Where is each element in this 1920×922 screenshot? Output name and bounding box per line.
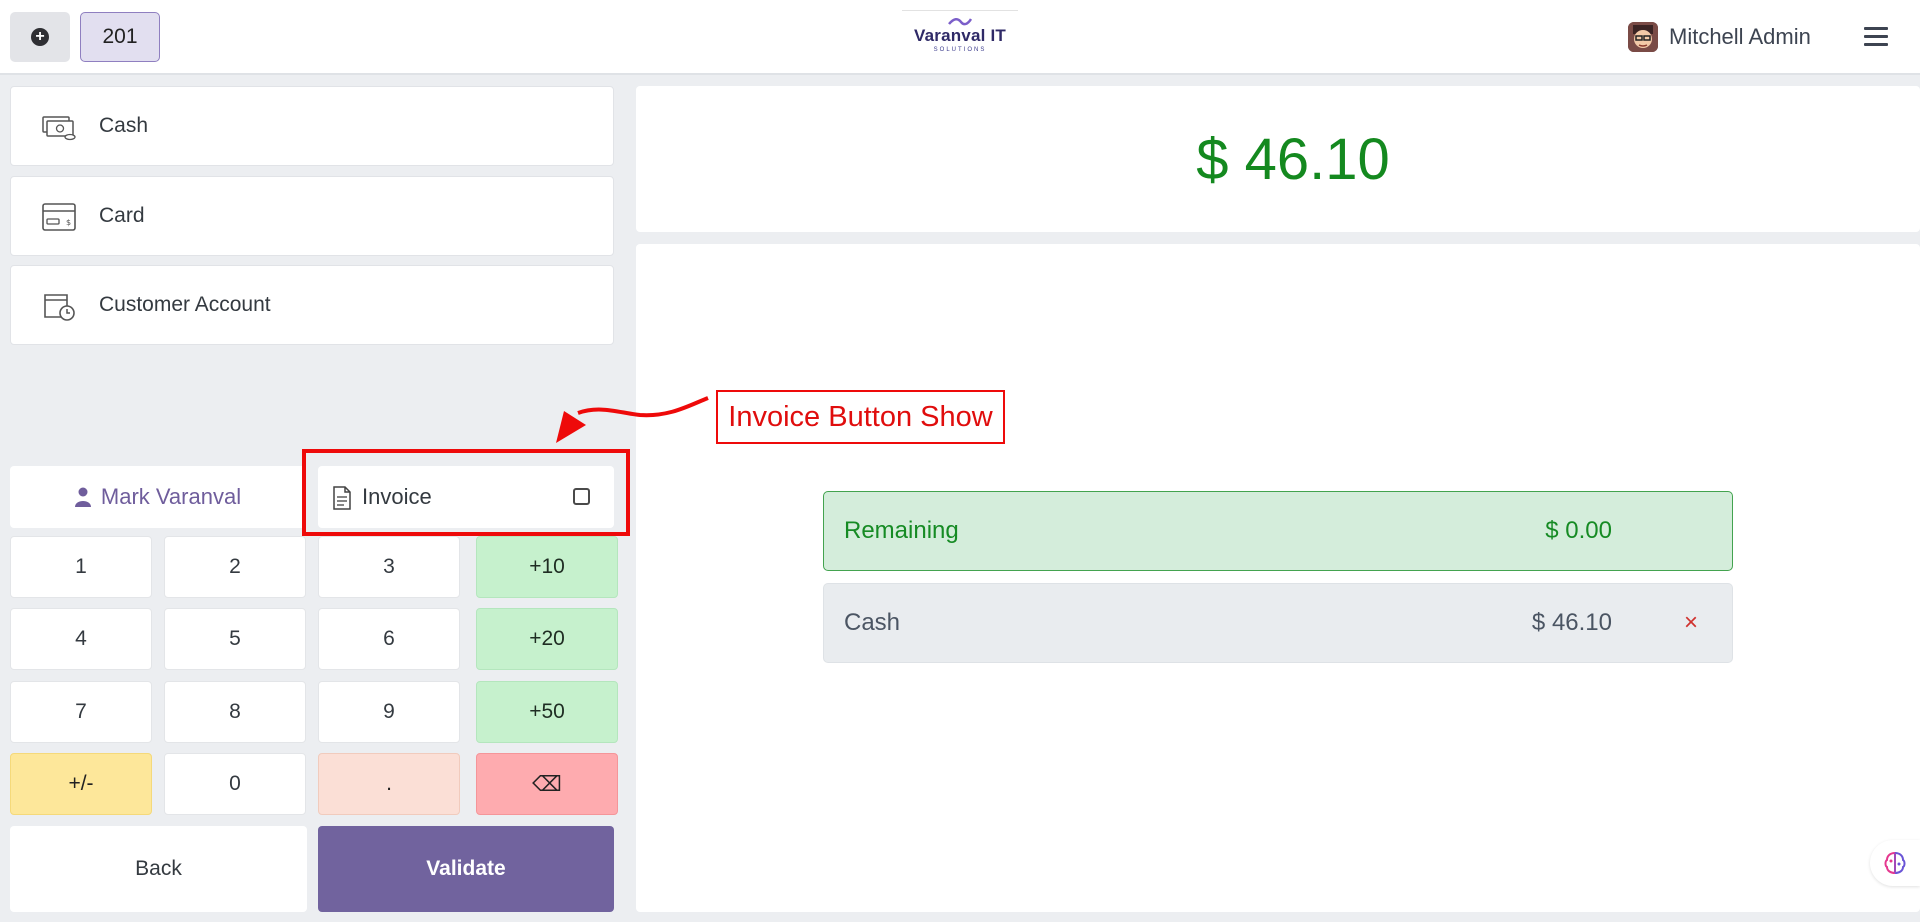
- numpad-key[interactable]: 5: [164, 608, 306, 670]
- payment-method-label: Cash: [99, 114, 149, 137]
- annotation-label: Invoice Button Show: [716, 390, 1005, 444]
- remaining-line: Remaining $ 0.00: [823, 491, 1733, 571]
- user-menu[interactable]: Mitchell Admin: [1628, 22, 1811, 52]
- payment-line-label: Cash: [844, 609, 901, 636]
- logo-name: Varanval IT: [914, 26, 1006, 45]
- numpad-key[interactable]: 6: [318, 608, 460, 670]
- plus-icon: +: [31, 28, 49, 46]
- numpad-key[interactable]: +20: [476, 608, 618, 670]
- menu-icon[interactable]: [1864, 27, 1888, 49]
- new-order-button[interactable]: +: [10, 12, 70, 62]
- customer-name: Mark Varanval: [100, 484, 242, 509]
- payment-lines-panel: [636, 244, 1920, 912]
- numpad-key[interactable]: 7: [10, 681, 152, 743]
- payment-method-label: Customer Account: [99, 293, 271, 316]
- avatar: [1628, 22, 1658, 52]
- svg-text:$: $: [66, 218, 71, 227]
- back-button[interactable]: Back: [10, 826, 307, 912]
- payment-method-label: Card: [99, 204, 145, 227]
- numpad-key[interactable]: 0: [164, 753, 306, 815]
- order-number: 201: [102, 25, 138, 48]
- ai-assistant-button[interactable]: [1870, 840, 1920, 886]
- customer-button[interactable]: Mark Varanval: [10, 466, 306, 528]
- total-amount: $ 46.10: [1196, 126, 1390, 192]
- numpad-key[interactable]: +10: [476, 536, 618, 598]
- annotation-highlight-box: [302, 449, 630, 536]
- annotation-arrow-icon: [556, 396, 709, 443]
- user-name: Mitchell Admin: [1669, 24, 1811, 49]
- person-icon: [74, 487, 91, 507]
- annotation-text: Invoice Button Show: [728, 400, 993, 433]
- numpad-key[interactable]: +/-: [10, 753, 152, 815]
- numpad-key[interactable]: 8: [164, 681, 306, 743]
- brain-icon: [1884, 851, 1906, 875]
- numpad-key[interactable]: +50: [476, 681, 618, 743]
- numpad-key[interactable]: 1: [10, 536, 152, 598]
- validate-label: Validate: [426, 857, 506, 880]
- top-bar: + 201 Varanval IT SOLUTIONS Mitchell Adm…: [0, 0, 1920, 75]
- logo-sub: SOLUTIONS: [933, 47, 987, 53]
- back-label: Back: [135, 857, 182, 880]
- wallet-clock-icon: [44, 294, 75, 321]
- numpad-key[interactable]: 4: [10, 608, 152, 670]
- payment-method-customer-account[interactable]: Customer Account: [10, 265, 614, 345]
- numpad-key[interactable]: 9: [318, 681, 460, 743]
- company-logo: Varanval IT SOLUTIONS: [902, 10, 1018, 58]
- logo-swoosh-icon: [948, 18, 972, 26]
- numpad-key[interactable]: 2: [164, 536, 306, 598]
- payment-method-card[interactable]: $ Card: [10, 176, 614, 256]
- numpad-key[interactable]: 3: [318, 536, 460, 598]
- payment-method-cash[interactable]: Cash: [10, 86, 614, 166]
- payment-line-amount: $ 46.10: [1531, 609, 1612, 636]
- order-tab[interactable]: 201: [80, 12, 160, 62]
- backspace-key[interactable]: ⌫: [476, 753, 618, 815]
- card-icon: $: [42, 203, 76, 231]
- total-panel: $ 46.10: [636, 86, 1920, 232]
- payment-line-cash[interactable]: Cash $ 46.10 ×: [823, 583, 1733, 663]
- numpad-key[interactable]: .: [318, 753, 460, 815]
- delete-payment-icon[interactable]: ×: [1684, 609, 1698, 637]
- remaining-amount: $ 0.00: [1545, 517, 1612, 544]
- validate-button[interactable]: Validate: [318, 826, 614, 912]
- cash-icon: [42, 116, 76, 141]
- avatar-face-icon: [1628, 22, 1658, 52]
- remaining-label: Remaining: [844, 517, 959, 544]
